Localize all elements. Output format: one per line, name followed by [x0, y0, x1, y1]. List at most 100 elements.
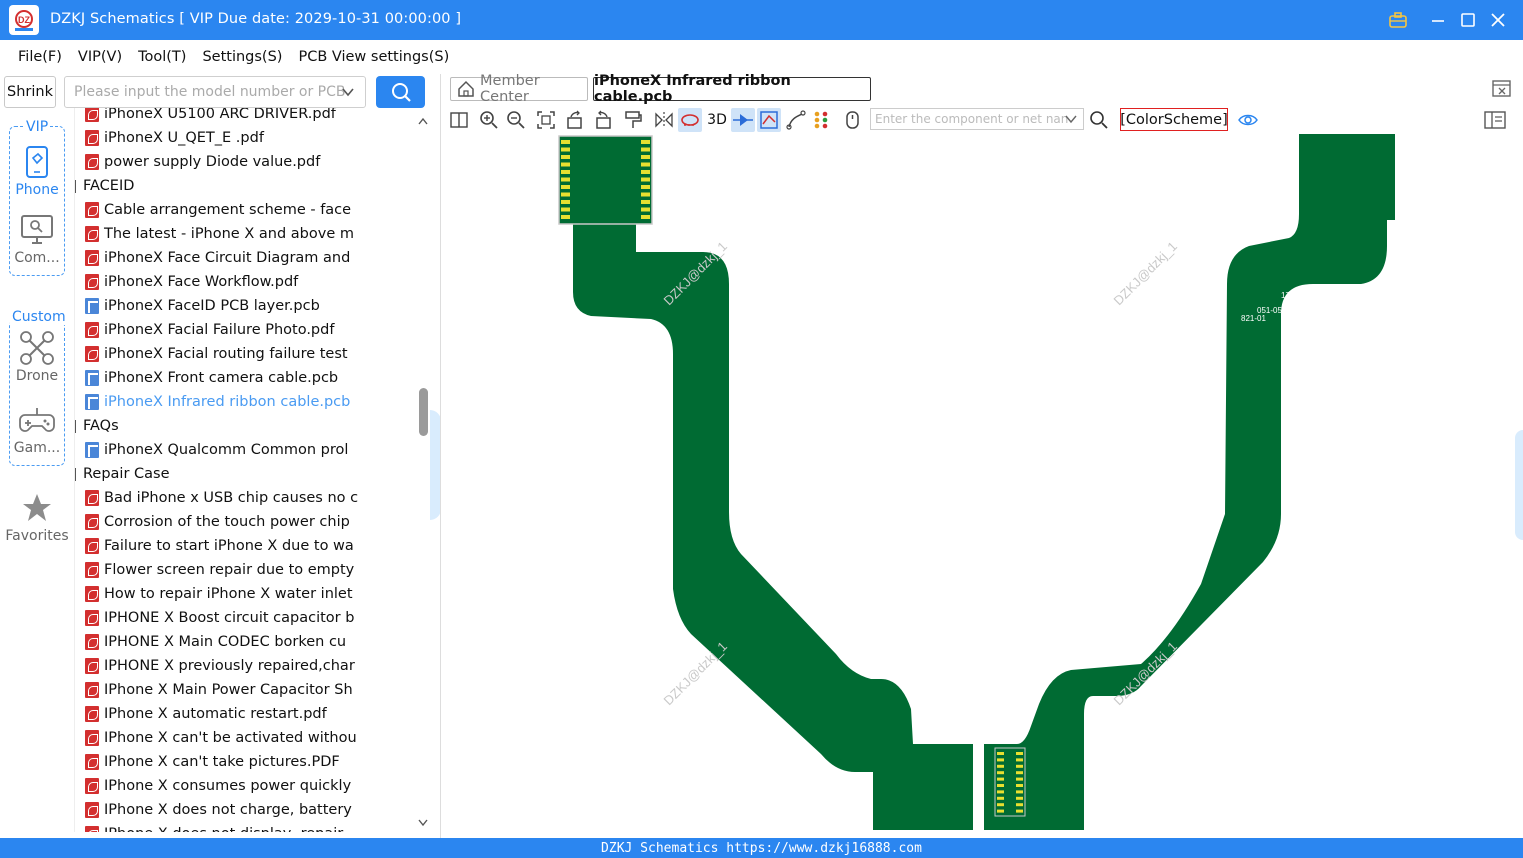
- collapse-toggle-icon[interactable]: [75, 419, 76, 433]
- tree-file-item[interactable]: IPhone X does not display, repair: [85, 822, 343, 832]
- briefcase-icon[interactable]: [1386, 8, 1410, 32]
- color-scheme-button[interactable]: [ColorScheme]: [1120, 108, 1228, 131]
- rotate-left-icon[interactable]: [563, 108, 587, 132]
- connector-pad[interactable]: [561, 207, 570, 212]
- connector-pad[interactable]: [561, 185, 570, 189]
- menu-settings[interactable]: Settings(S): [202, 49, 282, 65]
- connector-pad[interactable]: [641, 192, 650, 197]
- connector-pad[interactable]: [1016, 796, 1023, 800]
- paint-brush-icon[interactable]: [621, 108, 645, 132]
- connector-pad[interactable]: [641, 200, 650, 204]
- pcb-board[interactable]: 1728 051-05 821-01 DZKJ@dzkj_1 DZKJ@dzkj…: [441, 134, 1523, 838]
- tree-file-item[interactable]: Bad iPhone x USB chip causes no c: [85, 486, 358, 510]
- tree-file-item[interactable]: iPhoneX U_QET_E .pdf: [85, 126, 264, 150]
- tree-file-item[interactable]: IPhone X can't be activated withou: [85, 726, 357, 750]
- menu-file[interactable]: File(F): [18, 49, 62, 65]
- eye-icon[interactable]: [1236, 108, 1260, 132]
- connector-pad[interactable]: [997, 803, 1004, 807]
- tree-file-item[interactable]: IPhone X does not charge, battery: [85, 798, 352, 822]
- connector-pad[interactable]: [1016, 752, 1023, 755]
- mouse-icon[interactable]: [840, 108, 864, 132]
- connector-pad[interactable]: [1016, 790, 1023, 794]
- connector-pad[interactable]: [641, 155, 650, 159]
- zoom-out-icon[interactable]: [504, 108, 528, 132]
- connector-pad[interactable]: [1016, 784, 1023, 787]
- connector-pad[interactable]: [641, 185, 650, 189]
- connector-pad[interactable]: [641, 162, 650, 167]
- connector-pad[interactable]: [561, 215, 570, 219]
- tree-file-item[interactable]: iPhoneX Face Circuit Diagram and: [85, 246, 350, 270]
- side-panel-icon[interactable]: [1483, 108, 1507, 132]
- category-phone[interactable]: Phone: [0, 142, 74, 198]
- chevron-down-icon[interactable]: [1064, 112, 1078, 126]
- collapse-toggle-icon[interactable]: [75, 467, 76, 481]
- connector-pad[interactable]: [1016, 809, 1023, 813]
- tree-file-item[interactable]: iPhoneX Face Workflow.pdf: [85, 270, 298, 294]
- component-search-icon[interactable]: [1087, 108, 1111, 132]
- mirror-icon[interactable]: [652, 108, 676, 132]
- connector-pad[interactable]: [641, 170, 650, 174]
- tree-file-item[interactable]: Corrosion of the touch power chip: [85, 510, 350, 534]
- connector-pad[interactable]: [1016, 764, 1023, 768]
- tree-file-item[interactable]: IPhone X consumes power quickly: [85, 774, 351, 798]
- tree-file-item[interactable]: iPhoneX Front camera cable.pcb: [85, 366, 338, 390]
- close-button[interactable]: [1486, 8, 1510, 32]
- minimize-button[interactable]: [1426, 8, 1450, 32]
- connector-pad[interactable]: [997, 752, 1004, 755]
- connector-pad[interactable]: [1016, 777, 1023, 781]
- connector-pad[interactable]: [641, 147, 650, 152]
- model-search-input[interactable]: Please input the model number or PCB: [64, 76, 366, 108]
- connector-pad[interactable]: [641, 140, 650, 144]
- connector-pad[interactable]: [997, 758, 1004, 762]
- collapse-toggle-icon[interactable]: [75, 179, 76, 193]
- layer-toggle-icon[interactable]: [757, 108, 781, 132]
- right-splitter[interactable]: [1515, 430, 1523, 540]
- chevron-down-icon[interactable]: [341, 85, 355, 99]
- menu-vip[interactable]: VIP(V): [78, 49, 122, 65]
- connector-pad[interactable]: [997, 777, 1004, 781]
- menu-pcb-view-settings[interactable]: PCB View settings(S): [298, 49, 449, 65]
- tree-file-item[interactable]: Failure to start iPhone X due to wa: [85, 534, 354, 558]
- 3d-view-button[interactable]: 3D: [704, 108, 730, 132]
- connector-pad[interactable]: [1016, 771, 1023, 775]
- category-drone[interactable]: Drone: [0, 328, 74, 384]
- connector-pad[interactable]: [1016, 758, 1023, 762]
- rotate-right-icon[interactable]: [591, 108, 615, 132]
- tree-file-item[interactable]: iPhoneX Facial Failure Photo.pdf: [85, 318, 334, 342]
- component-search-input[interactable]: Enter the component or net nan: [870, 108, 1084, 130]
- connector-pad[interactable]: [561, 155, 570, 159]
- tree-file-item[interactable]: iPhoneX Facial routing failure test: [85, 342, 348, 366]
- tree-folder[interactable]: FAQs: [75, 414, 119, 438]
- tree-file-item[interactable]: iPhoneX FaceID PCB layer.pcb: [85, 294, 320, 318]
- tree-file-item[interactable]: iPhoneX Infrared ribbon cable.pcb: [85, 390, 350, 414]
- connector-pad[interactable]: [561, 177, 570, 182]
- color-dots-icon[interactable]: [810, 108, 834, 132]
- connector-pad[interactable]: [1016, 803, 1023, 807]
- connector-pad[interactable]: [997, 771, 1004, 775]
- split-view-icon[interactable]: [447, 108, 471, 132]
- tree-file-item[interactable]: IPHONE X Main CODEC borken cu: [85, 630, 346, 654]
- tree-scroll-thumb[interactable]: [419, 388, 428, 436]
- category-computer[interactable]: Com...: [0, 210, 74, 266]
- tree-file-item[interactable]: Cable arrangement scheme - face: [85, 198, 351, 222]
- tree-file-item[interactable]: IPHONE X previously repaired,char: [85, 654, 355, 678]
- connector-pad[interactable]: [641, 177, 650, 182]
- tree-folder[interactable]: FACEID: [75, 174, 134, 198]
- connector-pad[interactable]: [561, 140, 570, 144]
- tree-folder[interactable]: Repair Case: [75, 462, 170, 486]
- tree-file-item[interactable]: IPhone X automatic restart.pdf: [85, 702, 327, 726]
- connector-pad[interactable]: [997, 796, 1004, 800]
- connector-pad[interactable]: [561, 147, 570, 152]
- zoom-in-icon[interactable]: [477, 108, 501, 132]
- connector-pad[interactable]: [561, 162, 570, 167]
- tree-file-item[interactable]: iPhoneX U5100 ARC DRIVER.pdf: [85, 108, 336, 126]
- tab-member-center[interactable]: Member Center: [450, 73, 588, 105]
- tree-file-item[interactable]: IPHONE X Boost circuit capacitor b: [85, 606, 354, 630]
- select-pin-icon[interactable]: [731, 108, 755, 132]
- tree-file-item[interactable]: The latest - iPhone X and above m: [85, 222, 354, 246]
- connector-pad[interactable]: [997, 809, 1004, 813]
- connector-pad[interactable]: [997, 790, 1004, 794]
- connector-pad[interactable]: [641, 207, 650, 212]
- tree-file-item[interactable]: How to repair iPhone X water inlet: [85, 582, 353, 606]
- menu-tool[interactable]: Tool(T): [138, 49, 186, 65]
